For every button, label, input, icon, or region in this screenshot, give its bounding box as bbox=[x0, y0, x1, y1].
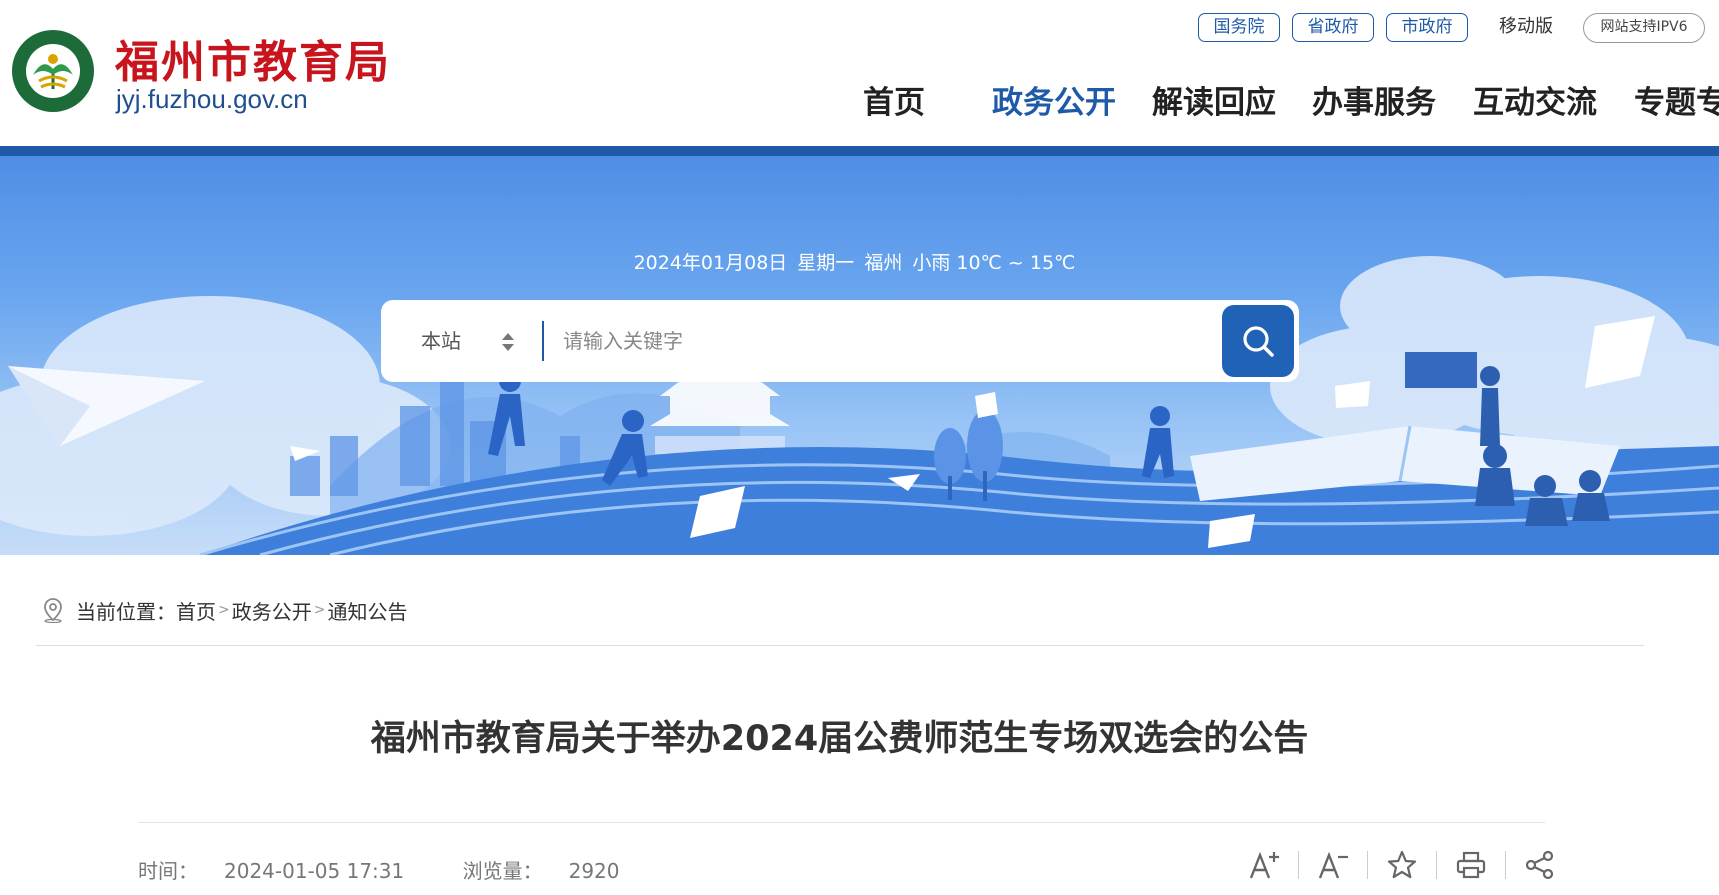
site-title[interactable]: 福州市教育局 bbox=[115, 26, 391, 90]
ipv6-badge: 网站支持IPV6 bbox=[1583, 13, 1705, 43]
tool-separator bbox=[1298, 851, 1299, 879]
nav-services[interactable]: 办事服务 bbox=[1312, 82, 1436, 124]
weekday: 星期一 bbox=[797, 252, 855, 274]
share-icon[interactable] bbox=[1522, 847, 1558, 883]
search-button[interactable] bbox=[1222, 305, 1294, 377]
education-emblem-icon[interactable] bbox=[11, 29, 95, 113]
tool-separator bbox=[1505, 851, 1506, 879]
nav-interaction[interactable]: 互动交流 bbox=[1473, 82, 1597, 124]
location-icon bbox=[44, 598, 62, 623]
mobile-version-link[interactable]: 移动版 bbox=[1499, 13, 1553, 41]
print-icon[interactable] bbox=[1453, 847, 1489, 883]
breadcrumb-notices[interactable]: 通知公告 bbox=[327, 596, 407, 625]
star-icon[interactable] bbox=[1384, 847, 1420, 883]
link-state-council[interactable]: 国务院 bbox=[1198, 13, 1280, 42]
link-provincial-government[interactable]: 省政府 bbox=[1292, 13, 1374, 42]
breadcrumb: 当前位置： 首页 > 政务公开 > 通知公告 bbox=[42, 595, 407, 625]
publish-time: 时间： 2024-01-05 17:31 bbox=[138, 859, 405, 883]
main-nav: 首页 政务公开 解读回应 办事服务 互动交流 专题专栏 bbox=[789, 82, 1719, 124]
font-increase-icon[interactable] bbox=[1246, 847, 1282, 883]
nav-home[interactable]: 首页 bbox=[863, 82, 925, 124]
search-icon bbox=[1243, 326, 1274, 357]
breadcrumb-divider bbox=[36, 645, 1644, 646]
search-scope-select[interactable]: 本站 bbox=[421, 300, 461, 382]
weather-info: 小雨 10℃ ~ 15℃ bbox=[912, 252, 1076, 274]
nav-government-affairs[interactable]: 政务公开 bbox=[992, 82, 1116, 124]
breadcrumb-label: 当前位置： bbox=[76, 599, 176, 624]
article-title: 福州市教育局关于举办2024届公费师范生专场双选会的公告 bbox=[370, 719, 1309, 759]
top-links: 国务院 省政府 市政府 移动版 网站支持IPV6 bbox=[1198, 13, 1719, 43]
nav-special-topics[interactable]: 专题专栏 bbox=[1634, 82, 1719, 124]
font-decrease-icon[interactable] bbox=[1315, 847, 1351, 883]
breadcrumb-separator: > bbox=[218, 602, 230, 618]
title-divider bbox=[138, 822, 1545, 823]
tool-separator bbox=[1367, 851, 1368, 879]
breadcrumb-home[interactable]: 首页 bbox=[176, 596, 216, 625]
hero-banner: 2024年01月08日 星期一 福州 小雨 10℃ ~ 15℃ 本站 bbox=[0, 156, 1719, 555]
breadcrumb-separator: > bbox=[313, 602, 326, 618]
article-meta: 时间： 2024-01-05 17:31 浏览量： 2920 bbox=[138, 855, 672, 884]
article-card: 当前位置： 首页 > 政务公开 > 通知公告 福州市教育局关于举办2024届公费… bbox=[11, 555, 1668, 895]
link-municipal-government[interactable]: 市政府 bbox=[1386, 13, 1468, 42]
weather-bar: 2024年01月08日 星期一 福州 小雨 10℃ ~ 15℃ bbox=[0, 248, 1719, 275]
article-tools bbox=[1246, 845, 1558, 885]
search-divider bbox=[542, 321, 544, 361]
search-box: 本站 bbox=[381, 300, 1299, 382]
city: 福州 bbox=[864, 252, 903, 274]
sort-arrows-icon[interactable] bbox=[501, 332, 515, 352]
tool-separator bbox=[1436, 851, 1437, 879]
site-domain: jyj.fuzhou.gov.cn bbox=[116, 84, 308, 114]
view-count: 浏览量： 2920 bbox=[462, 859, 620, 883]
nav-interpretation[interactable]: 解读回应 bbox=[1152, 82, 1276, 124]
site-header: 福州市教育局 jyj.fuzhou.gov.cn 国务院 省政府 市政府 移动版… bbox=[0, 0, 1719, 146]
current-date: 2024年01月08日 bbox=[633, 252, 788, 274]
breadcrumb-government-affairs[interactable]: 政务公开 bbox=[232, 596, 312, 625]
search-input[interactable] bbox=[563, 320, 1283, 362]
header-divider-bar bbox=[0, 146, 1719, 156]
